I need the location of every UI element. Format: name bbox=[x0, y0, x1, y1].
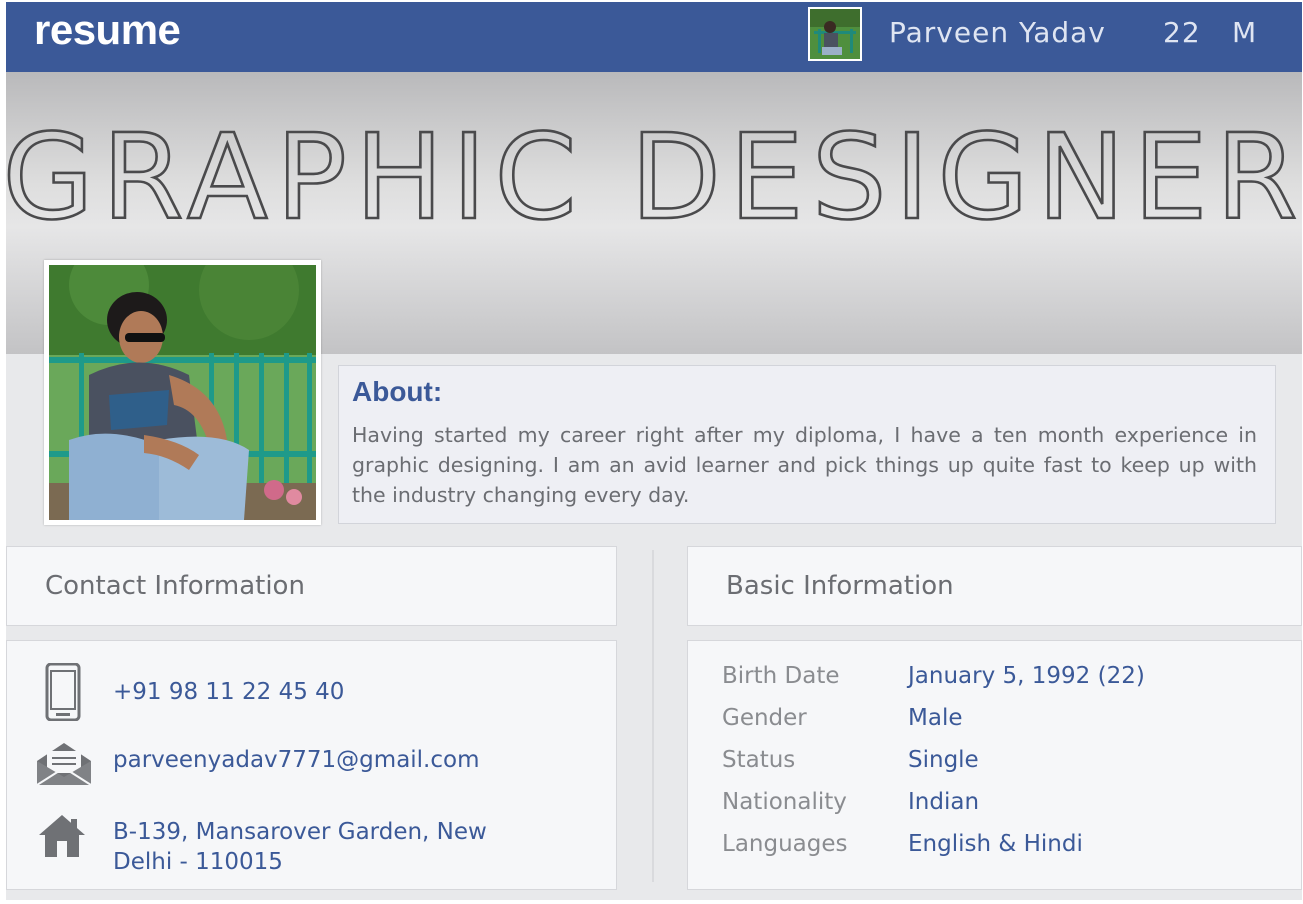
home-icon bbox=[37, 813, 87, 863]
status-label: Status bbox=[722, 747, 796, 773]
top-bar: resume Parveen Yadav 22 M bbox=[6, 2, 1302, 72]
user-avatar-thumbnail[interactable] bbox=[808, 7, 862, 61]
cover-title: GRAPHIC DESIGNER bbox=[6, 102, 1302, 242]
contact-email[interactable]: parveenyadav7771@gmail.com bbox=[113, 745, 480, 775]
basic-info-panel: Birth Date January 5, 1992 (22) Gender M… bbox=[687, 640, 1302, 890]
user-gender: M bbox=[1232, 16, 1257, 49]
contact-phone-row: +91 98 11 22 45 40 bbox=[7, 662, 618, 725]
basic-info-row: Status Single bbox=[722, 747, 1282, 783]
contact-info-header: Contact Information bbox=[6, 546, 617, 626]
phone-icon bbox=[45, 662, 81, 725]
contact-address-row: B-139, Mansarover Garden, New Delhi - 11… bbox=[7, 811, 618, 881]
contact-phone[interactable]: +91 98 11 22 45 40 bbox=[113, 677, 344, 707]
gender-value: Male bbox=[908, 705, 963, 731]
birth-date-value: January 5, 1992 (22) bbox=[908, 663, 1145, 689]
nationality-label: Nationality bbox=[722, 789, 847, 815]
contact-info-panel: +91 98 11 22 45 40 parveenyadav7771@gmai… bbox=[6, 640, 617, 890]
user-name[interactable]: Parveen Yadav bbox=[889, 16, 1106, 49]
basic-info-row: Nationality Indian bbox=[722, 789, 1282, 825]
resume-page: resume Parveen Yadav 22 M GRAPHIC DESIGN… bbox=[6, 2, 1302, 900]
cover-title-text: GRAPHIC DESIGNER bbox=[6, 108, 1302, 242]
languages-value: English & Hindi bbox=[908, 831, 1083, 857]
envelope-icon bbox=[35, 741, 93, 791]
contact-address-line2: Delhi - 110015 bbox=[113, 849, 283, 875]
basic-info-row: Birth Date January 5, 1992 (22) bbox=[722, 663, 1282, 699]
contact-email-row: parveenyadav7771@gmail.com bbox=[7, 741, 618, 791]
about-section: About: Having started my career right af… bbox=[338, 365, 1276, 524]
about-heading: About: bbox=[352, 376, 443, 407]
nationality-value: Indian bbox=[908, 789, 980, 815]
column-divider bbox=[652, 550, 654, 882]
languages-label: Languages bbox=[722, 831, 848, 857]
resume-logo[interactable]: resume bbox=[34, 6, 181, 54]
status-value: Single bbox=[908, 747, 979, 773]
gender-label: Gender bbox=[722, 705, 807, 731]
about-text: Having started my career right after my … bbox=[352, 423, 1257, 507]
basic-info-title: Basic Information bbox=[726, 571, 954, 601]
basic-info-row: Languages English & Hindi bbox=[722, 831, 1282, 867]
basic-info-header: Basic Information bbox=[687, 546, 1302, 626]
contact-info-title: Contact Information bbox=[45, 571, 305, 601]
user-age: 22 bbox=[1163, 16, 1201, 49]
contact-address-line1: B-139, Mansarover Garden, New bbox=[113, 819, 487, 845]
basic-info-row: Gender Male bbox=[722, 705, 1282, 741]
birth-date-label: Birth Date bbox=[722, 663, 840, 689]
profile-photo[interactable] bbox=[44, 260, 321, 525]
